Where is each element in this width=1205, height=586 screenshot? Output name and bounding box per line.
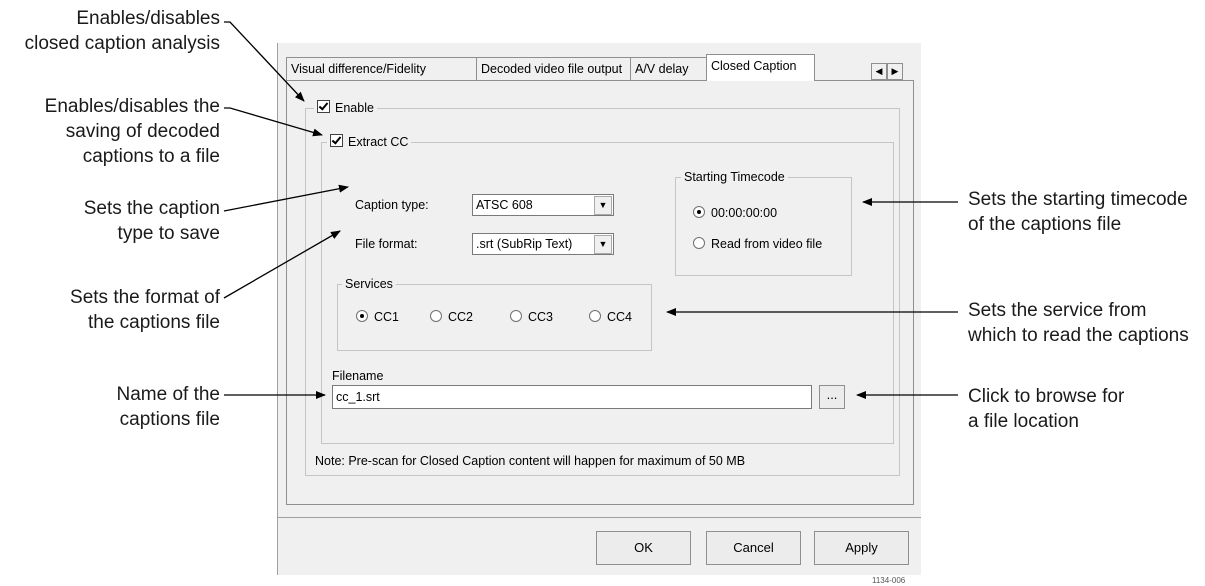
radio-unselected-icon xyxy=(510,310,522,322)
extract-cc-group: Extract CC Caption type: ATSC 608 ▼ File… xyxy=(321,134,894,444)
closed-caption-panel: Enable Extract CC Caption type: ATSC 608… xyxy=(286,80,914,505)
file-format-select[interactable]: .srt (SubRip Text) ▼ xyxy=(472,233,614,255)
caption-type-value: ATSC 608 xyxy=(476,198,533,212)
callout-line: Sets the caption xyxy=(83,198,220,219)
callout-line: saving of decoded xyxy=(65,121,220,142)
closed-caption-dialog: Visual difference/Fidelity Decoded video… xyxy=(277,43,921,575)
browse-button[interactable]: ... xyxy=(819,385,845,409)
checkbox-checked-icon xyxy=(317,100,330,113)
service-cc1-radio[interactable]: CC1 xyxy=(356,310,399,324)
service-cc4-label: CC4 xyxy=(607,310,633,324)
enable-group: Enable Extract CC Caption type: ATSC 608… xyxy=(305,100,900,476)
callout-enable-cc: Enables/disables closed caption analysis xyxy=(25,6,220,56)
radio-selected-icon xyxy=(693,206,705,218)
figure-id: 1134-006 xyxy=(872,576,906,585)
services-title: Services xyxy=(342,276,396,292)
service-cc3-label: CC3 xyxy=(528,310,554,324)
starting-timecode-group: Starting Timecode 00:00:00:00 Read from … xyxy=(675,169,852,276)
apply-button[interactable]: Apply xyxy=(814,531,909,565)
radio-unselected-icon xyxy=(430,310,442,322)
tab-closed-caption[interactable]: Closed Caption xyxy=(706,54,815,81)
service-cc2-radio[interactable]: CC2 xyxy=(430,310,473,324)
starting-timecode-title: Starting Timecode xyxy=(681,169,788,185)
callout-browse: Click to browse for a file location xyxy=(968,384,1124,434)
callout-line: captions to a file xyxy=(82,146,220,167)
service-cc2-label: CC2 xyxy=(448,310,474,324)
callout-line: Enables/disables xyxy=(76,8,220,29)
extract-cc-checkbox[interactable]: Extract CC xyxy=(327,134,412,150)
callout-filename: Name of the captions file xyxy=(117,382,221,432)
file-format-label: File format: xyxy=(355,237,418,251)
callout-line: Sets the service from xyxy=(968,300,1147,321)
radio-selected-icon xyxy=(356,310,368,322)
service-cc3-radio[interactable]: CC3 xyxy=(510,310,553,324)
callout-line: of the captions file xyxy=(968,214,1122,235)
tab-scroll-left-icon[interactable]: ◀ xyxy=(871,63,887,80)
callout-line: Enables/disables the xyxy=(44,96,220,117)
checkbox-checked-icon xyxy=(330,134,343,147)
services-group: Services CC1 CC2 CC3 CC4 xyxy=(337,276,652,351)
radio-unselected-icon xyxy=(693,237,705,249)
callout-line: Click to browse for xyxy=(968,386,1125,407)
timecode-zero-radio[interactable]: 00:00:00:00 xyxy=(693,206,777,220)
callout-line: the captions file xyxy=(87,312,220,333)
callout-caption-type: Sets the caption type to save xyxy=(84,196,220,246)
prescan-note: Note: Pre-scan for Closed Caption conten… xyxy=(315,454,746,468)
caption-type-label: Caption type: xyxy=(355,198,429,212)
callout-line: Sets the starting timecode xyxy=(968,189,1188,210)
file-format-value: .srt (SubRip Text) xyxy=(476,237,573,251)
cancel-button[interactable]: Cancel xyxy=(706,531,801,565)
tab-av-delay[interactable]: A/V delay xyxy=(630,57,712,80)
callout-line: closed caption analysis xyxy=(24,33,220,54)
service-cc4-radio[interactable]: CC4 xyxy=(589,310,632,324)
service-cc1-label: CC1 xyxy=(374,310,400,324)
callout-line: which to read the captions xyxy=(968,325,1189,346)
enable-label: Enable xyxy=(335,101,374,115)
extract-cc-label: Extract CC xyxy=(348,135,409,149)
callout-line: captions file xyxy=(119,409,220,430)
tab-decoded-video-output[interactable]: Decoded video file output xyxy=(476,57,633,80)
timecode-from-video-label: Read from video file xyxy=(711,237,823,251)
chevron-down-icon[interactable]: ▼ xyxy=(594,235,612,254)
filename-label: Filename xyxy=(332,369,384,383)
ok-button[interactable]: OK xyxy=(596,531,691,565)
radio-unselected-icon xyxy=(589,310,601,322)
timecode-zero-label: 00:00:00:00 xyxy=(711,206,778,220)
filename-field[interactable]: cc_1.srt xyxy=(332,385,812,409)
callout-line: type to save xyxy=(117,223,220,244)
callout-line: Sets the format of xyxy=(70,287,220,308)
chevron-down-icon[interactable]: ▼ xyxy=(594,196,612,215)
callout-line: a file location xyxy=(968,411,1079,432)
caption-type-select[interactable]: ATSC 608 ▼ xyxy=(472,194,614,216)
callout-file-format: Sets the format of the captions file xyxy=(70,285,220,335)
timecode-from-video-radio[interactable]: Read from video file xyxy=(693,237,822,251)
enable-checkbox[interactable]: Enable xyxy=(314,100,377,116)
callout-services: Sets the service from which to read the … xyxy=(968,298,1189,348)
callout-extract-cc: Enables/disables the saving of decoded c… xyxy=(45,94,220,169)
tab-scroll-right-icon[interactable]: ▶ xyxy=(887,63,903,80)
tab-visual-difference[interactable]: Visual difference/Fidelity xyxy=(286,57,479,80)
callout-line: Name of the xyxy=(116,384,221,405)
dialog-divider xyxy=(278,517,921,518)
callout-timecode: Sets the starting timecode of the captio… xyxy=(968,187,1188,237)
